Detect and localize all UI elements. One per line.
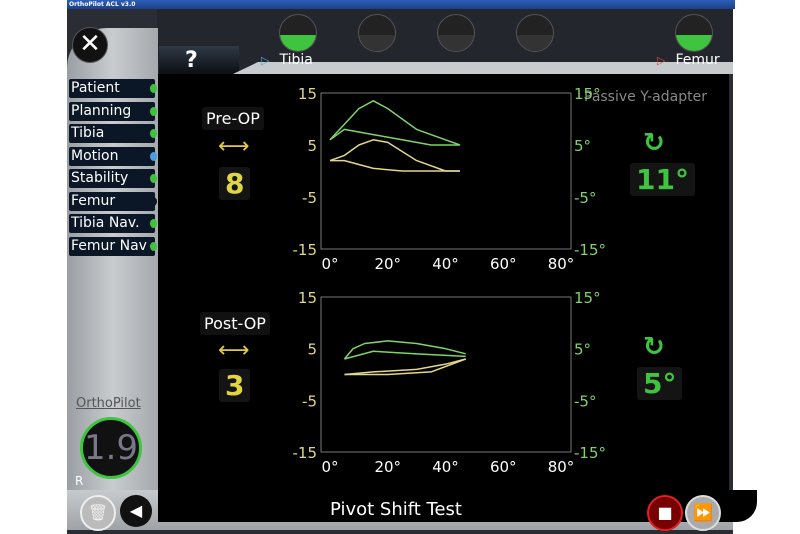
version-logo: 1.9 xyxy=(80,417,142,479)
y-tick-label-right: 5° xyxy=(574,341,591,359)
series-line xyxy=(344,350,466,360)
test-title: Pivot Shift Test xyxy=(330,499,462,520)
y-tick-label-right: -5° xyxy=(574,189,596,207)
x-tick-label: 60° xyxy=(490,458,517,476)
y-tick-label-left: -5 xyxy=(302,189,317,207)
y-tick-label-left: -15 xyxy=(293,241,318,259)
x-tick-label: 40° xyxy=(432,255,459,273)
y-tick-label-right: 5° xyxy=(574,137,591,155)
y-tick-label-left: 15 xyxy=(298,85,317,103)
x-tick-label: 20° xyxy=(374,255,401,273)
x-tick-label: 80° xyxy=(548,255,575,273)
x-tick-label: 0° xyxy=(321,458,338,476)
back-button[interactable]: ◀ xyxy=(120,495,152,527)
y-tick-label-left: -5 xyxy=(302,392,317,410)
y-tick-label-left: 15 xyxy=(298,289,317,307)
x-tick-label: 40° xyxy=(432,458,459,476)
side-indicator: R xyxy=(75,474,84,488)
y-tick-label-right: 15° xyxy=(574,85,601,103)
brand-logo: OrthoPilot xyxy=(76,396,141,411)
y-tick-label-right: -15° xyxy=(574,444,606,462)
y-tick-label-left: -15 xyxy=(293,444,318,462)
y-tick-label-left: 5 xyxy=(307,341,317,359)
x-tick-label: 20° xyxy=(374,458,401,476)
y-tick-label-left: 5 xyxy=(307,137,317,155)
x-tick-label: 80° xyxy=(548,458,575,476)
charts: 15 15° 5 5° -5 -5° -15 -15° 0° 20° 40° 60° 80° 15 15° 5… xyxy=(293,85,607,476)
y-tick-label-right: -5° xyxy=(574,392,596,410)
app-window: OrthoPilot ACL v3.0 ✕ ? ▷ Tibia ▷ Femur Pa… xyxy=(67,0,757,534)
x-tick-label: 0° xyxy=(321,255,338,273)
y-tick-label-right: 15° xyxy=(574,289,601,307)
y-tick-label-right: -15° xyxy=(574,241,606,259)
forward-button[interactable]: ⏩ xyxy=(685,495,721,531)
stop-button[interactable]: ■ xyxy=(647,495,683,531)
x-tick-label: 60° xyxy=(490,255,517,273)
trash-button[interactable]: 🗑 xyxy=(80,495,116,531)
series-line xyxy=(344,358,466,376)
series-line xyxy=(343,340,466,360)
